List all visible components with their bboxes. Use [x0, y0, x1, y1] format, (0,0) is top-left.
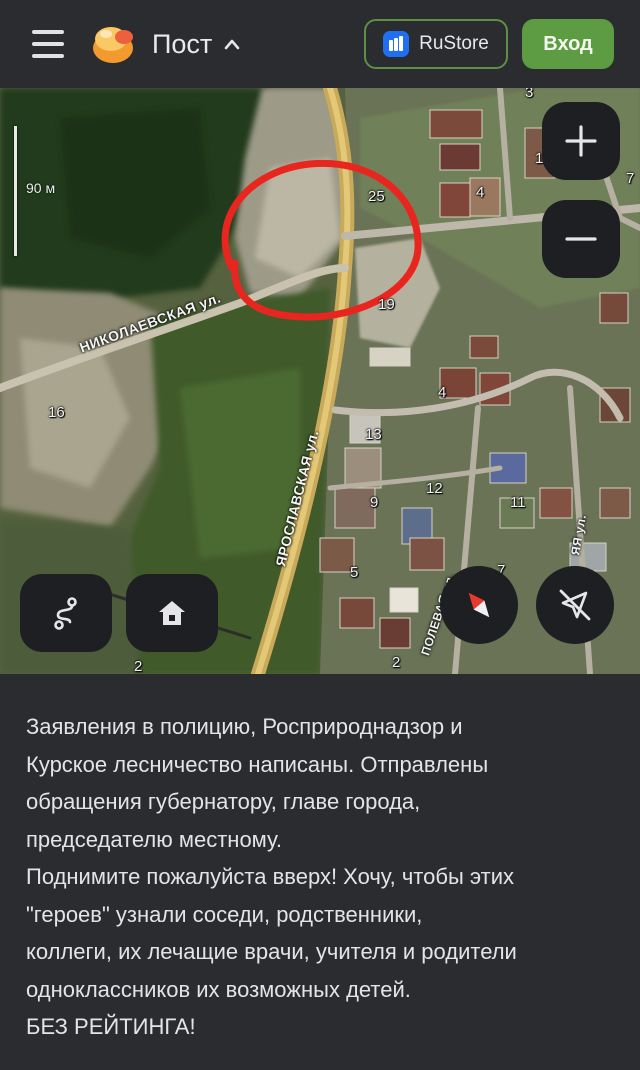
navigation-off-button[interactable] [536, 566, 614, 644]
post-line: Курское лесничество написаны. Отправлены [26, 751, 489, 777]
rustore-button[interactable]: RuStore [364, 19, 508, 69]
house-number: 7 [626, 170, 635, 187]
post-line: одноклассников их возможных детей. [26, 976, 411, 1002]
house-number: 2 [134, 658, 143, 674]
house-number: 13 [365, 426, 382, 443]
pikabu-logo-icon[interactable] [90, 22, 136, 66]
navigation-off-icon [559, 589, 591, 621]
satellite-map[interactable]: 90 м НИКОЛАЕВСКАЯ ул. ЯРОСЛАВСКАЯ ул. ПО… [0, 88, 640, 674]
route-button[interactable] [20, 574, 112, 652]
route-icon [54, 597, 77, 630]
plus-icon [565, 125, 597, 157]
post-line: Поднимите пожалуйста вверх! Хочу, чтобы … [26, 864, 514, 889]
post-line: "героев" узнали соседи, родственники, [26, 901, 423, 927]
house-number: 25 [368, 188, 385, 205]
house-number: 4 [476, 184, 485, 201]
post-body: Заявления в полицию, Росприроднадзор и К… [26, 708, 622, 1046]
house-number: 19 [378, 296, 395, 313]
house-number: 9 [370, 494, 379, 511]
house-number: 12 [426, 480, 443, 497]
minus-icon [565, 237, 597, 241]
chevron-up-icon [224, 39, 240, 50]
home-button[interactable] [126, 574, 218, 652]
post-line: БЕЗ РЕЙТИНГА! [26, 1014, 196, 1039]
house-number: 5 [350, 564, 359, 581]
post-line: председателю местному. [26, 826, 282, 852]
zoom-in-button[interactable] [542, 102, 620, 180]
post-line: коллеги, их лечащие врачи, учителя и род… [26, 939, 517, 964]
page-title: Пост [152, 28, 213, 59]
top-bar: Пост RuStore Вход [0, 0, 640, 88]
post-line: Заявления в полицию, Росприроднадзор и [26, 714, 463, 739]
rustore-label: RuStore [419, 33, 489, 54]
page-title-dropdown[interactable]: Пост [152, 26, 240, 62]
login-label: Вход [543, 32, 593, 55]
house-number: 11 [510, 494, 526, 511]
zoom-out-button[interactable] [542, 200, 620, 278]
login-button[interactable]: Вход [522, 19, 614, 69]
house-number: 3 [525, 88, 534, 101]
house-number: 2 [392, 654, 401, 671]
map-scale-bar [14, 126, 17, 256]
house-number: 16 [48, 404, 65, 421]
compass-icon [468, 592, 490, 618]
compass-button[interactable] [440, 566, 518, 644]
map-scale-label: 90 м [26, 180, 56, 196]
post-line: обращения губернатору, главе города, [26, 789, 421, 814]
hamburger-menu-icon[interactable] [30, 28, 68, 60]
rustore-icon [383, 31, 410, 57]
home-icon [159, 601, 185, 625]
house-number: 4 [438, 384, 447, 401]
